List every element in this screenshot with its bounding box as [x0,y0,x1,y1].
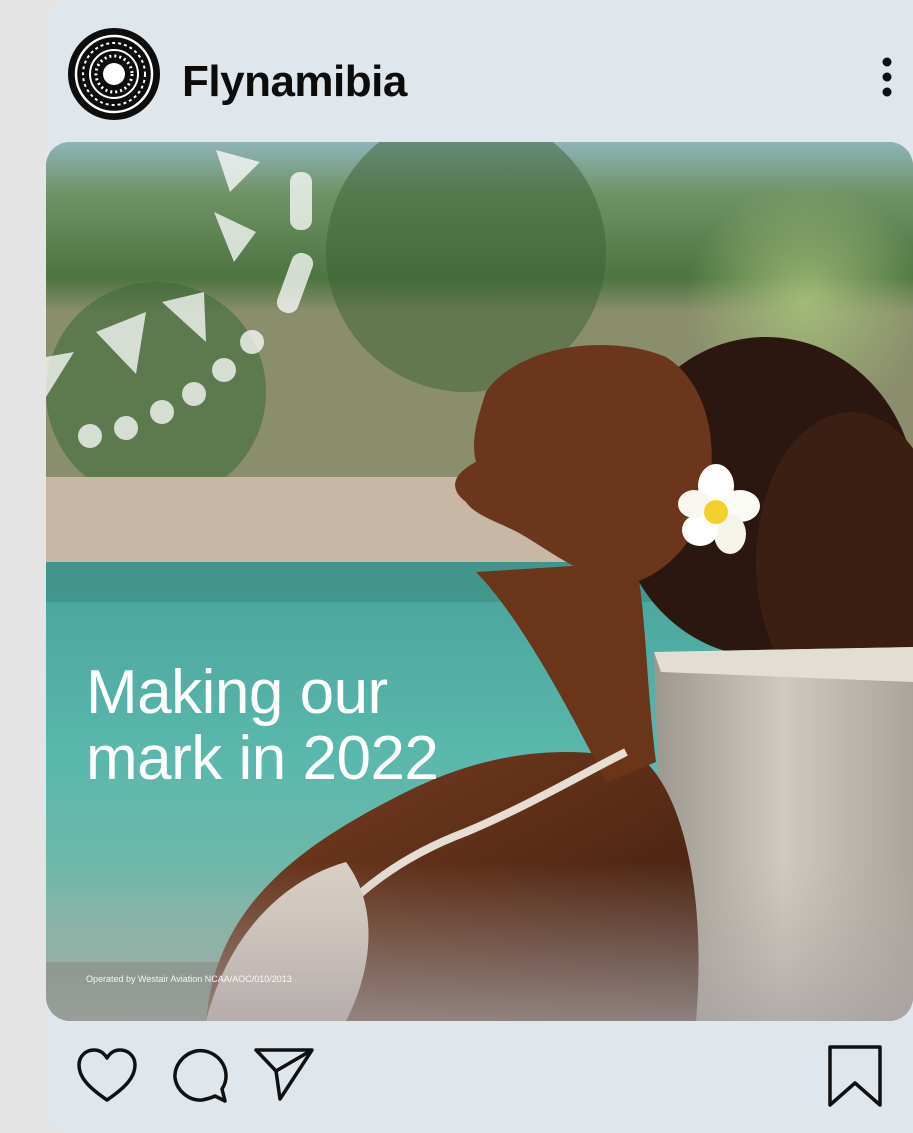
heart-icon [77,1048,137,1102]
resort-pool-photo [46,142,913,1021]
comment-button[interactable] [170,1045,230,1105]
headline-line: Making our [86,658,388,727]
post-headline: Making our mark in 2022 [86,658,439,793]
post-card: Flynamibia Making our mark in 2022 Opera… [46,0,913,1133]
sun-logo-icon [68,28,160,120]
post-actions [46,1021,913,1133]
paper-plane-icon [254,1048,314,1101]
like-button[interactable] [76,1047,138,1105]
bookmark-icon [828,1045,882,1107]
headline-line: mark in 2022 [86,724,439,793]
share-button[interactable] [252,1045,316,1103]
account-name[interactable]: Flynamibia [182,52,407,112]
more-vertical-icon [882,57,892,97]
comment-bubble-icon [173,1048,228,1103]
save-button[interactable] [826,1043,884,1109]
account-avatar[interactable] [68,28,160,120]
post-image[interactable]: Making our mark in 2022 Operated by West… [46,142,913,1021]
post-header: Flynamibia [46,0,913,142]
more-options-button[interactable] [872,52,902,102]
operator-notice: Operated by Westair Aviation NCAA/AOC/01… [86,974,292,984]
